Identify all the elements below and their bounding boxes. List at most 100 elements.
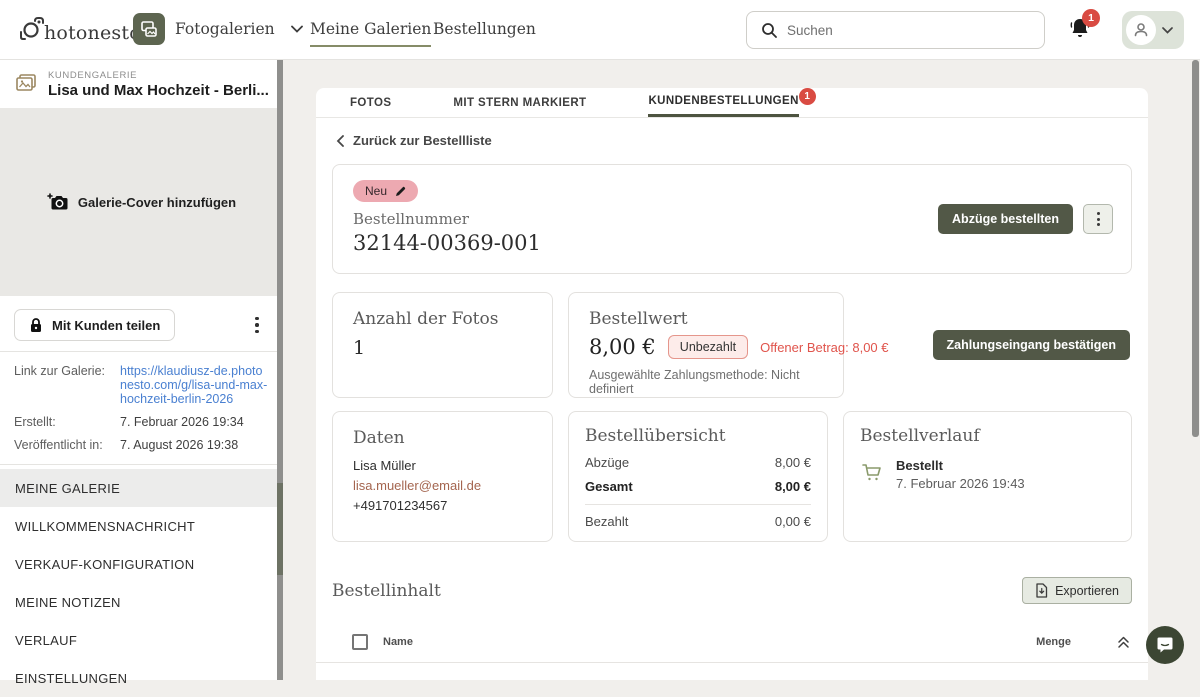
- summary-row-abzuege: Abzüge 8,00 €: [585, 455, 811, 470]
- gallery-header: KUNDENGALERIE Lisa und Max Hochzeit - Be…: [0, 60, 283, 108]
- camera-lens-logo-icon: [18, 14, 44, 44]
- customer-email-link[interactable]: lisa.mueller@email.de: [353, 478, 532, 493]
- tab-fotos[interactable]: FOTOS: [350, 88, 391, 117]
- created-label: Erstellt:: [14, 415, 110, 429]
- payment-method-text: Ausgewählte Zahlungsmethode: Nicht defin…: [589, 368, 823, 396]
- summary-row-bezahlt: Bezahlt 0,00 €: [585, 514, 811, 529]
- order-history-card: Bestellverlauf Bestellt 7. Februar 2026 …: [843, 411, 1132, 542]
- photonesto-logo[interactable]: hotonesto: [18, 14, 141, 44]
- tab-mit-stern-markiert[interactable]: MIT STERN MARKIERT: [453, 88, 586, 117]
- created-row: Erstellt: 7. Februar 2026 19:34: [14, 415, 269, 429]
- photo-count-value: 1: [353, 337, 532, 359]
- pencil-icon: [395, 186, 406, 197]
- add-cover-button[interactable]: Galerie-Cover hinzufügen: [0, 108, 283, 296]
- person-icon: [1133, 22, 1149, 38]
- workspace-switcher[interactable]: Fotogalerien: [133, 13, 303, 45]
- order-actions: Abzüge bestellten: [938, 204, 1113, 234]
- logo-wordmark: hotonesto: [44, 22, 141, 44]
- order-amount: 8,00 €: [589, 335, 656, 359]
- order-items-table-header: Name Menge: [316, 634, 1148, 663]
- workspace-label: Fotogalerien: [175, 20, 275, 38]
- summary-divider: [585, 504, 811, 505]
- tab-badge: 1: [799, 88, 816, 105]
- sidebar-scrollbar[interactable]: [277, 60, 283, 680]
- paid-value: 0,00 €: [775, 514, 811, 529]
- sidebar-scrollbar-thumb[interactable]: [277, 483, 283, 575]
- order-value-card: Bestellwert 8,00 € Unbezahlt Offener Bet…: [568, 292, 844, 398]
- order-prints-button[interactable]: Abzüge bestellten: [938, 204, 1073, 234]
- main-area: FOTOS MIT STERN MARKIERT KUNDENBESTELLUN…: [283, 60, 1200, 680]
- tab-fotos-label: FOTOS: [350, 97, 391, 109]
- order-number: 32144-00369-001: [353, 231, 1111, 255]
- column-quantity-header: Menge: [1036, 636, 1071, 648]
- search-input[interactable]: [787, 23, 1044, 38]
- lock-icon: [29, 317, 43, 333]
- order-options-button[interactable]: [1083, 204, 1113, 234]
- sidebar-item-meine-galerie[interactable]: MEINE GALERIE: [0, 469, 283, 507]
- order-status-badge[interactable]: Neu: [353, 180, 418, 202]
- order-panel: FOTOS MIT STERN MARKIERT KUNDENBESTELLUN…: [316, 88, 1148, 680]
- back-to-order-list-link[interactable]: Zurück zur Bestellliste: [336, 133, 492, 148]
- gallery-options-button[interactable]: [245, 313, 269, 337]
- search-box: [746, 11, 1045, 49]
- back-link-label: Zurück zur Bestellliste: [353, 133, 492, 148]
- camera-plus-icon: [47, 192, 69, 212]
- published-row: Veröffentlicht in: 7. August 2026 19:38: [14, 438, 269, 452]
- customer-name: Lisa Müller: [353, 458, 532, 473]
- published-label: Veröffentlicht in:: [14, 438, 110, 452]
- order-details-row: Daten Lisa Müller lisa.mueller@email.de …: [332, 411, 1132, 542]
- gallery-link[interactable]: https://klaudiusz-de.photonesto.com/g/li…: [120, 364, 269, 406]
- summary-row-gesamt: Gesamt 8,00 €: [585, 479, 811, 494]
- main-scrollbar-thumb[interactable]: [1192, 60, 1199, 437]
- order-stats-row: Anzahl der Fotos 1 Bestellwert 8,00 € Un…: [332, 292, 1132, 398]
- share-row: Mit Kunden teilen: [0, 296, 283, 351]
- gallery-tabs: FOTOS MIT STERN MARKIERT KUNDENBESTELLUN…: [316, 88, 1148, 118]
- search-icon: [761, 22, 777, 38]
- avatar: [1126, 15, 1156, 45]
- share-button-label: Mit Kunden teilen: [52, 318, 160, 333]
- published-value: 7. August 2026 19:38: [120, 438, 238, 452]
- order-value-title: Bestellwert: [589, 309, 823, 329]
- share-with-customers-button[interactable]: Mit Kunden teilen: [14, 309, 175, 341]
- nav-bestellungen[interactable]: Bestellungen: [433, 20, 536, 38]
- chevron-left-icon: [336, 135, 344, 147]
- history-timestamp: 7. Februar 2026 19:43: [896, 476, 1025, 491]
- select-all-checkbox[interactable]: [352, 634, 368, 650]
- topbar: hotonesto Fotogalerien Meine Galerien Be…: [0, 0, 1200, 60]
- created-value: 7. Februar 2026 19:34: [120, 415, 244, 429]
- sidebar-item-willkommensnachricht[interactable]: WILLKOMMENSNACHRICHT: [0, 507, 283, 545]
- unpaid-status-badge: Unbezahlt: [668, 335, 748, 359]
- chat-widget-button[interactable]: [1146, 626, 1184, 664]
- confirm-payment-button[interactable]: Zahlungseingang bestätigen: [933, 330, 1130, 360]
- export-button[interactable]: Exportieren: [1022, 577, 1132, 604]
- sidebar-item-verlauf[interactable]: VERLAUF: [0, 621, 283, 659]
- summary-value: 8,00 €: [775, 455, 811, 470]
- chat-bubble-icon: [1155, 635, 1175, 655]
- gallery-kind-label: KUNDENGALERIE: [48, 70, 269, 81]
- notifications-button[interactable]: 1: [1068, 16, 1098, 46]
- gallery-sidebar: KUNDENGALERIE Lisa und Max Hochzeit - Be…: [0, 60, 283, 680]
- order-summary-card: Bestellübersicht Abzüge 8,00 € Gesamt 8,…: [568, 411, 828, 542]
- order-content-title: Bestellinhalt: [332, 581, 441, 601]
- notification-badge: 1: [1082, 9, 1100, 27]
- status-label: Neu: [365, 184, 387, 198]
- chevron-down-icon: [1162, 27, 1173, 34]
- summary-label: Gesamt: [585, 479, 633, 494]
- collapse-all-icon[interactable]: [1117, 635, 1130, 649]
- nav-meine-galerien[interactable]: Meine Galerien: [310, 20, 431, 47]
- sidebar-item-verkauf-konfiguration[interactable]: VERKAUF-KONFIGURATION: [0, 545, 283, 583]
- history-card-title: Bestellverlauf: [860, 426, 1115, 446]
- profile-menu-button[interactable]: [1122, 11, 1184, 49]
- sidebar-item-einstellungen[interactable]: EINSTELLUNGEN: [0, 659, 283, 697]
- tab-kundenbestellungen[interactable]: KUNDENBESTELLUNGEN 1: [648, 88, 798, 117]
- photo-count-card: Anzahl der Fotos 1: [332, 292, 553, 398]
- tab-stern-label: MIT STERN MARKIERT: [453, 97, 586, 109]
- export-button-label: Exportieren: [1055, 584, 1119, 598]
- paid-label: Bezahlt: [585, 514, 628, 529]
- sidebar-item-meine-notizen[interactable]: MEINE NOTIZEN: [0, 583, 283, 621]
- photo-count-title: Anzahl der Fotos: [353, 309, 532, 329]
- gallery-link-row: Link zur Galerie: https://klaudiusz-de.p…: [14, 364, 269, 406]
- gallery-info: Link zur Galerie: https://klaudiusz-de.p…: [0, 351, 283, 465]
- summary-label: Abzüge: [585, 455, 629, 470]
- history-event: Bestellt: [896, 458, 1025, 473]
